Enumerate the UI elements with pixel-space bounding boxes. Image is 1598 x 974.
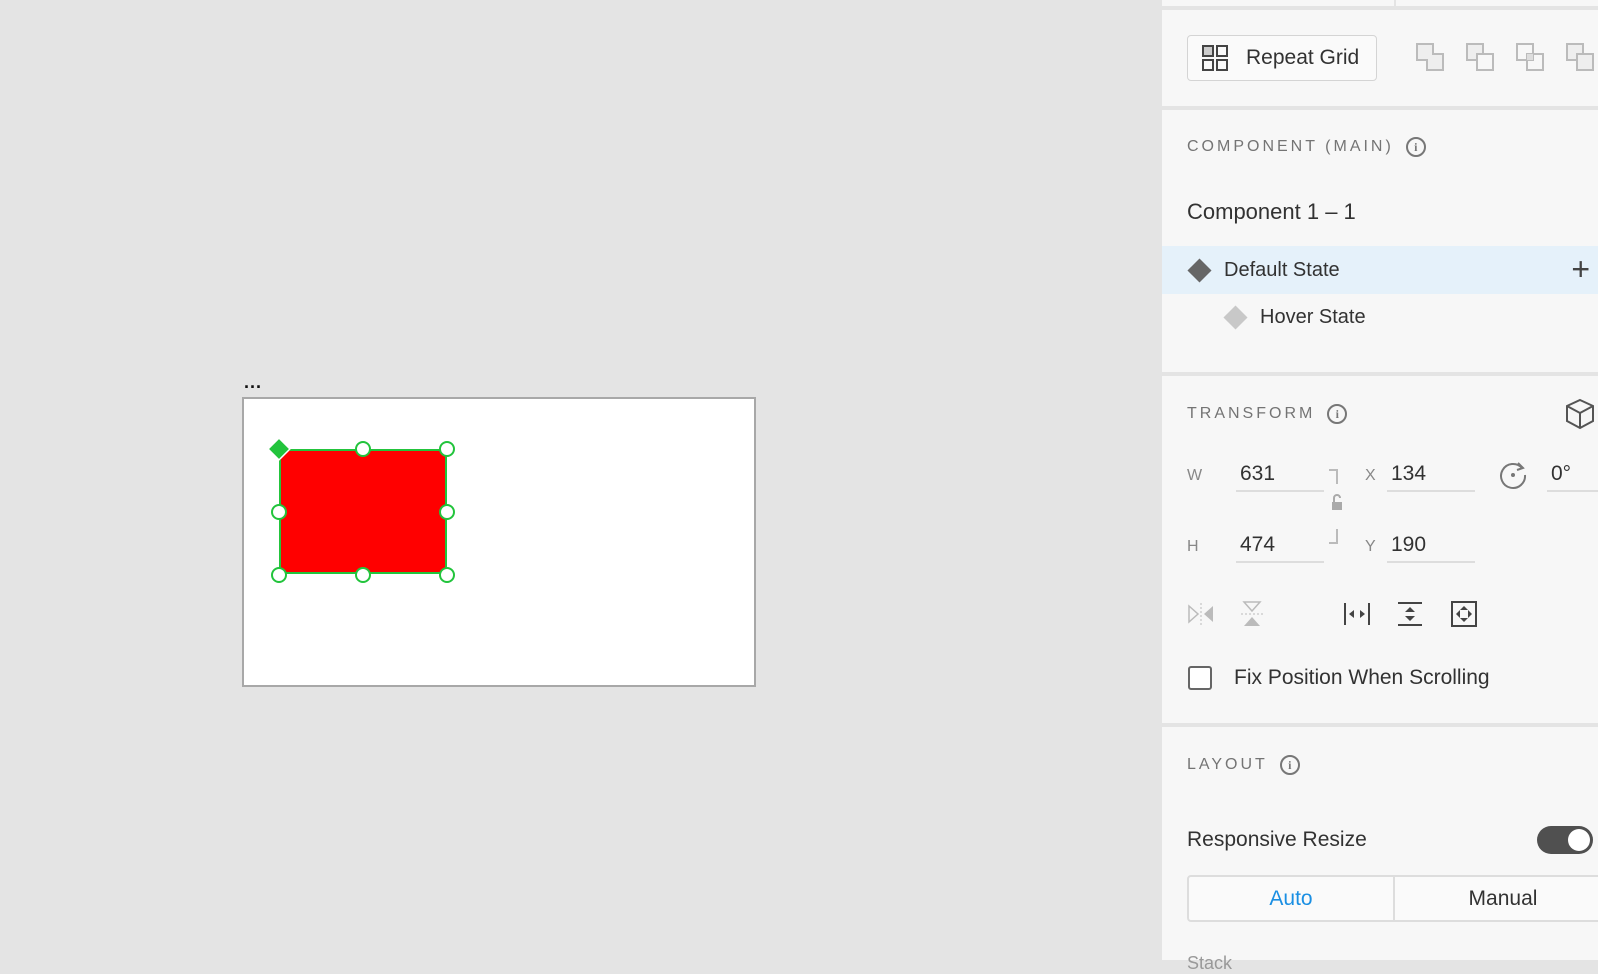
property-inspector: Repeat Grid COMPONENT (MAIN) i Component…: [1162, 0, 1598, 973]
resize-handle-top-right[interactable]: [439, 441, 455, 457]
distribute-vertical-icon[interactable]: [1396, 600, 1424, 628]
boolean-exclude-icon[interactable]: [1565, 42, 1595, 72]
add-state-icon[interactable]: +: [1571, 251, 1590, 288]
fit-content-icon[interactable]: [1450, 600, 1478, 628]
transform-section-header: TRANSFORM i: [1187, 404, 1348, 424]
flip-horizontal-icon[interactable]: [1187, 600, 1215, 628]
state-row-hover[interactable]: Hover State: [1162, 294, 1598, 340]
rotate-icon: [1500, 462, 1527, 489]
state-row-default[interactable]: Default State +: [1162, 246, 1598, 294]
stack-label: Stack: [1187, 953, 1233, 973]
height-label: H: [1187, 538, 1199, 555]
fix-position-checkbox[interactable]: [1188, 666, 1212, 690]
repeat-grid-label: Repeat Grid: [1246, 46, 1360, 69]
y-input[interactable]: 190: [1387, 533, 1475, 563]
divider: [1162, 723, 1598, 727]
canvas[interactable]: ...: [0, 0, 1162, 960]
state-label: Hover State: [1260, 305, 1366, 328]
divider: [1162, 6, 1598, 10]
flip-vertical-icon[interactable]: [1238, 600, 1266, 628]
state-label: Default State: [1224, 258, 1340, 281]
repeat-grid-icon: [1202, 45, 1228, 71]
distribute-horizontal-icon[interactable]: [1342, 600, 1372, 628]
resize-handle-top[interactable]: [355, 441, 371, 457]
divider: [1162, 372, 1598, 376]
resize-handle-bottom-right[interactable]: [439, 567, 455, 583]
3d-transform-icon[interactable]: [1565, 398, 1595, 430]
width-label: W: [1187, 467, 1203, 484]
component-section-header: COMPONENT (MAIN) i: [1187, 137, 1426, 157]
x-input[interactable]: 134: [1387, 462, 1475, 492]
red-rectangle[interactable]: [279, 449, 447, 574]
info-icon[interactable]: i: [1405, 137, 1426, 157]
divider: [1162, 106, 1598, 110]
boolean-add-icon[interactable]: [1415, 42, 1445, 72]
repeat-grid-button[interactable]: Repeat Grid: [1187, 35, 1377, 81]
lock-aspect-icon[interactable]: [1325, 467, 1349, 547]
rotation-input[interactable]: 0°: [1547, 462, 1598, 492]
height-input[interactable]: 474: [1236, 533, 1324, 563]
responsive-resize-label: Responsive Resize: [1187, 828, 1367, 851]
transform-header-label: TRANSFORM: [1187, 405, 1316, 422]
x-label: X: [1365, 467, 1376, 484]
layout-mode-manual[interactable]: Manual: [1393, 875, 1598, 922]
fix-position-label: Fix Position When Scrolling: [1234, 666, 1490, 689]
component-name[interactable]: Component 1 – 1: [1187, 199, 1356, 225]
divider: [1394, 0, 1396, 6]
info-icon[interactable]: i: [1279, 755, 1300, 775]
resize-handle-bottom[interactable]: [355, 567, 371, 583]
artboard-label[interactable]: ...: [244, 372, 262, 393]
resize-handle-left[interactable]: [271, 504, 287, 520]
resize-handle-right[interactable]: [439, 504, 455, 520]
y-label: Y: [1365, 538, 1376, 555]
responsive-resize-toggle[interactable]: [1537, 826, 1593, 854]
layout-header-label: LAYOUT: [1187, 756, 1268, 773]
layout-section-header: LAYOUT i: [1187, 755, 1300, 775]
toggle-knob: [1568, 829, 1590, 851]
state-diamond-icon: [1223, 304, 1248, 330]
component-header-label: COMPONENT (MAIN): [1187, 138, 1394, 155]
boolean-subtract-icon[interactable]: [1465, 42, 1495, 72]
width-input[interactable]: 631: [1236, 462, 1324, 492]
main-state-diamond-icon: [1187, 257, 1212, 283]
info-icon[interactable]: i: [1327, 404, 1348, 424]
layout-mode-auto[interactable]: Auto: [1187, 875, 1395, 922]
resize-handle-bottom-left[interactable]: [271, 567, 287, 583]
boolean-intersect-icon[interactable]: [1515, 42, 1545, 72]
